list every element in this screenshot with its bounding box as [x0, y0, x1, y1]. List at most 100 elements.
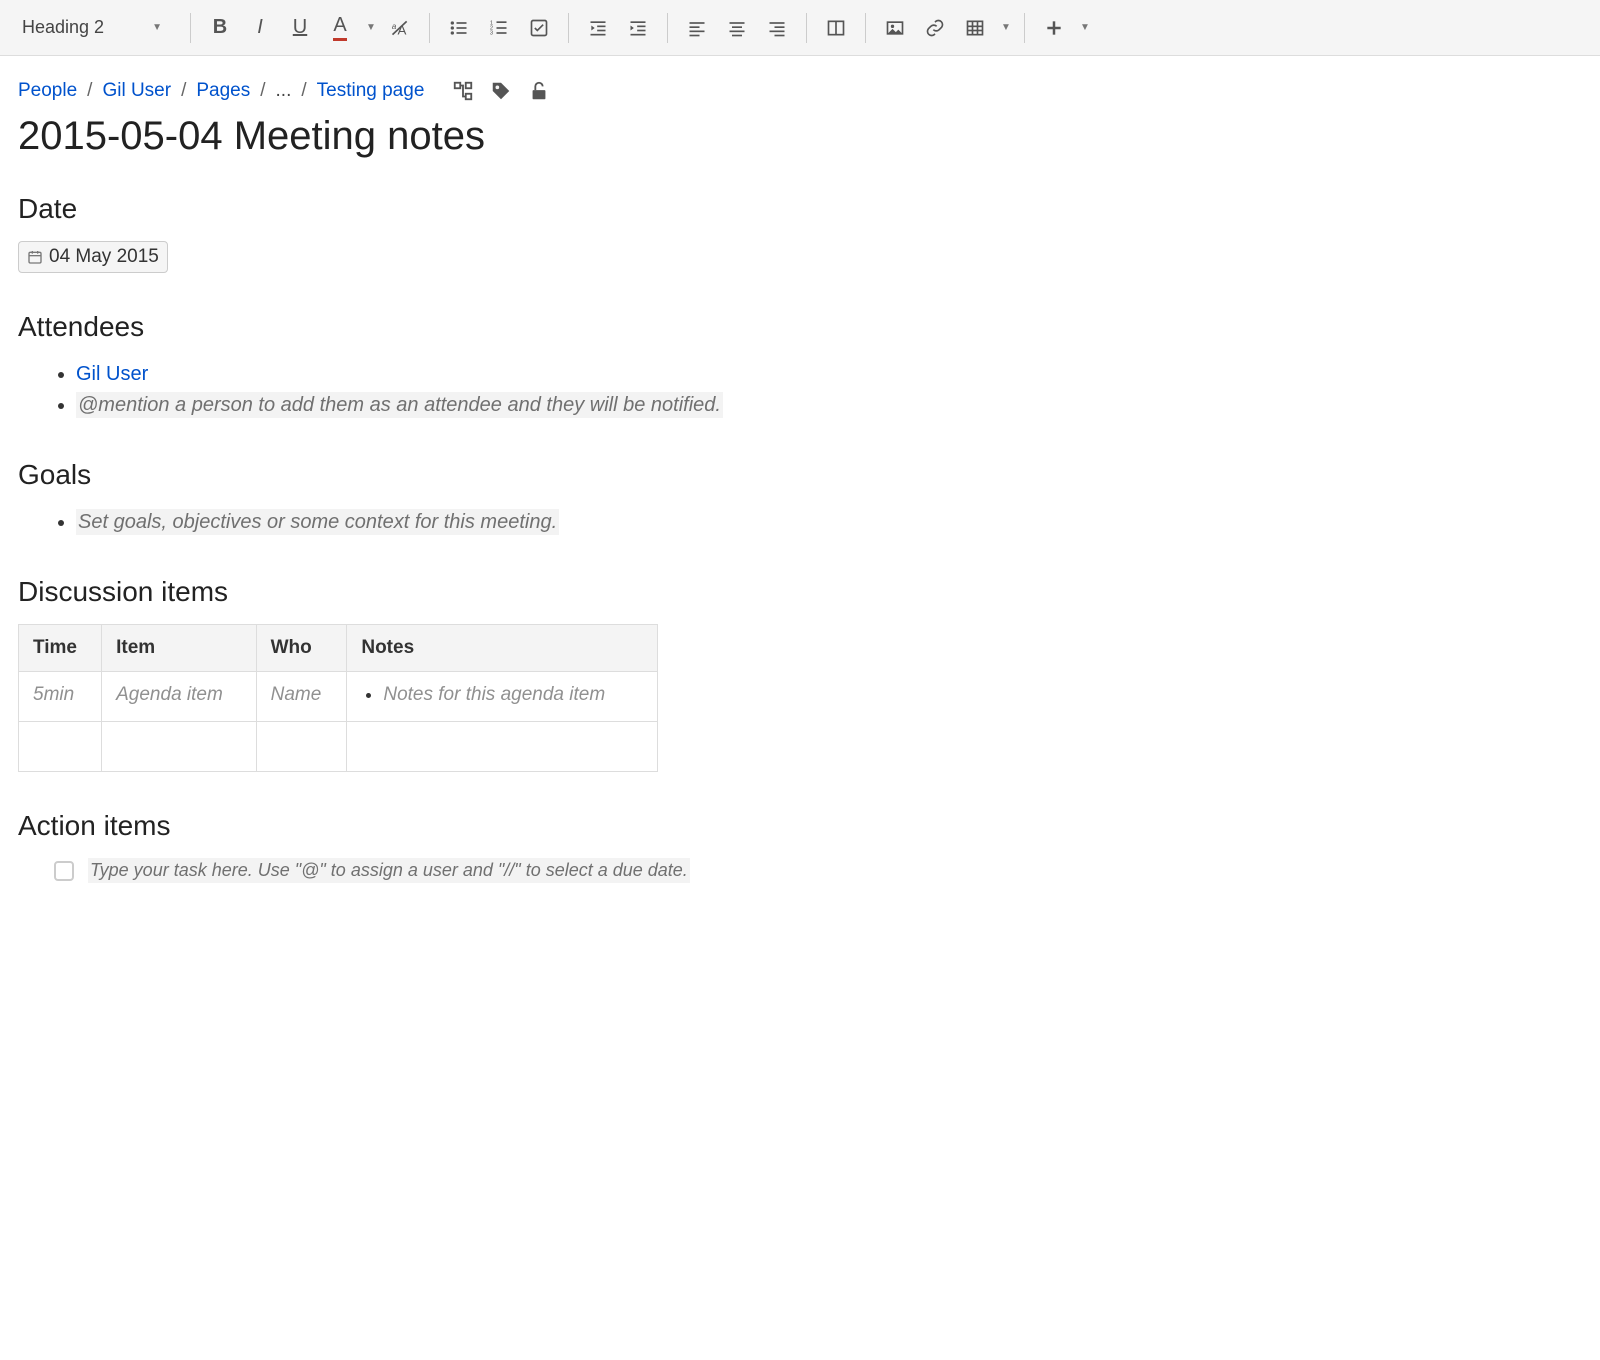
breadcrumb-item[interactable]: Pages — [196, 80, 250, 102]
col-time: Time — [19, 625, 102, 672]
cell-who[interactable]: Name — [256, 672, 347, 722]
numbered-list-button[interactable]: 123 — [480, 9, 518, 47]
date-value: 04 May 2015 — [49, 246, 159, 268]
align-center-button[interactable] — [718, 9, 756, 47]
chevron-down-icon: ▼ — [152, 22, 162, 33]
toolbar-separator — [865, 13, 866, 43]
breadcrumb-item[interactable]: Gil User — [102, 80, 171, 102]
italic-button[interactable]: I — [241, 9, 279, 47]
bold-button[interactable]: B — [201, 9, 239, 47]
outdent-icon — [588, 18, 608, 38]
table-icon — [965, 18, 985, 38]
insert-table-button[interactable] — [956, 9, 994, 47]
breadcrumb-item[interactable]: People — [18, 80, 77, 102]
align-right-icon — [767, 18, 787, 38]
toolbar-separator — [1024, 13, 1025, 43]
plus-icon — [1044, 18, 1064, 38]
task-list-button[interactable] — [520, 9, 558, 47]
toolbar-separator — [190, 13, 191, 43]
insert-more-button[interactable] — [1035, 9, 1073, 47]
insert-more-dropdown[interactable]: ▼ — [1075, 9, 1093, 47]
align-left-button[interactable] — [678, 9, 716, 47]
insert-image-button[interactable] — [876, 9, 914, 47]
list-item[interactable]: Gil User — [76, 359, 1162, 390]
list-item[interactable]: Set goals, objectives or some context fo… — [76, 507, 1162, 538]
breadcrumb: People / Gil User / Pages / ... / Testin… — [18, 80, 1162, 102]
bullet-list-icon — [449, 18, 469, 38]
cell-who[interactable] — [256, 722, 347, 772]
cell-time[interactable]: 5min — [19, 672, 102, 722]
task-row[interactable]: Type your task here. Use "@" to assign a… — [18, 858, 1162, 883]
bullet-list-button[interactable] — [440, 9, 478, 47]
cell-item[interactable] — [102, 722, 257, 772]
page-content: People / Gil User / Pages / ... / Testin… — [0, 56, 1180, 923]
editor-toolbar: Heading 2 ▼ B I U A ▼ ᵃA 123 — [0, 0, 1600, 56]
clear-format-icon: ᵃA — [390, 18, 410, 38]
text-color-dropdown[interactable]: ▼ — [361, 9, 379, 47]
toolbar-separator — [806, 13, 807, 43]
col-who: Who — [256, 625, 347, 672]
clear-formatting-button[interactable]: ᵃA — [381, 9, 419, 47]
paragraph-style-select[interactable]: Heading 2 ▼ — [12, 13, 172, 42]
indent-button[interactable] — [619, 9, 657, 47]
indent-icon — [628, 18, 648, 38]
align-left-icon — [687, 18, 707, 38]
chevron-down-icon: ▼ — [366, 22, 376, 33]
section-heading-discussion[interactable]: Discussion items — [18, 576, 1162, 608]
attendees-list[interactable]: Gil User @mention a person to add them a… — [18, 359, 1162, 421]
breadcrumb-item[interactable]: Testing page — [317, 80, 425, 102]
outdent-button[interactable] — [579, 9, 617, 47]
layout-icon — [826, 18, 846, 38]
col-notes: Notes — [347, 625, 658, 672]
task-checkbox[interactable] — [54, 861, 74, 881]
image-icon — [885, 18, 905, 38]
page-title[interactable]: 2015-05-04 Meeting notes — [18, 114, 1162, 159]
underline-button[interactable]: U — [281, 9, 319, 47]
toolbar-separator — [667, 13, 668, 43]
attendee-placeholder: @mention a person to add them as an atte… — [76, 392, 723, 418]
section-heading-action[interactable]: Action items — [18, 810, 1162, 842]
chevron-down-icon: ▼ — [1080, 22, 1090, 33]
text-color-button[interactable]: A — [321, 9, 359, 47]
page-tree-icon[interactable] — [452, 80, 474, 102]
discussion-table[interactable]: Time Item Who Notes 5min Agenda item Nam… — [18, 624, 658, 772]
numbered-list-icon: 123 — [489, 18, 509, 38]
paragraph-style-label: Heading 2 — [22, 17, 104, 38]
cell-notes[interactable]: Notes for this agenda item — [347, 672, 658, 722]
goal-placeholder: Set goals, objectives or some context fo… — [76, 509, 559, 535]
list-item[interactable]: @mention a person to add them as an atte… — [76, 390, 1162, 421]
link-icon — [925, 18, 945, 38]
insert-link-button[interactable] — [916, 9, 954, 47]
cell-notes[interactable] — [347, 722, 658, 772]
table-header-row: Time Item Who Notes — [19, 625, 658, 672]
col-item: Item — [102, 625, 257, 672]
chevron-down-icon: ▼ — [1001, 22, 1011, 33]
section-heading-goals[interactable]: Goals — [18, 459, 1162, 491]
section-heading-attendees[interactable]: Attendees — [18, 311, 1162, 343]
date-chip[interactable]: 04 May 2015 — [18, 241, 168, 273]
table-row[interactable] — [19, 722, 658, 772]
breadcrumb-separator: / — [87, 80, 92, 102]
cell-item[interactable]: Agenda item — [102, 672, 257, 722]
toolbar-separator — [568, 13, 569, 43]
attendee-link[interactable]: Gil User — [76, 363, 148, 385]
unlock-icon[interactable] — [528, 80, 550, 102]
breadcrumb-separator: / — [181, 80, 186, 102]
svg-text:3: 3 — [490, 30, 493, 36]
breadcrumb-separator: / — [301, 80, 306, 102]
toolbar-separator — [429, 13, 430, 43]
page-layout-button[interactable] — [817, 9, 855, 47]
align-right-button[interactable] — [758, 9, 796, 47]
table-row[interactable]: 5min Agenda item Name Notes for this age… — [19, 672, 658, 722]
align-center-icon — [727, 18, 747, 38]
calendar-icon — [27, 249, 43, 265]
label-icon[interactable] — [490, 80, 512, 102]
breadcrumb-separator: / — [260, 80, 265, 102]
section-heading-date[interactable]: Date — [18, 193, 1162, 225]
breadcrumb-ellipsis[interactable]: ... — [276, 80, 292, 102]
task-placeholder: Type your task here. Use "@" to assign a… — [88, 858, 690, 883]
checkbox-icon — [529, 18, 549, 38]
table-dropdown[interactable]: ▼ — [996, 9, 1014, 47]
goals-list[interactable]: Set goals, objectives or some context fo… — [18, 507, 1162, 538]
cell-time[interactable] — [19, 722, 102, 772]
